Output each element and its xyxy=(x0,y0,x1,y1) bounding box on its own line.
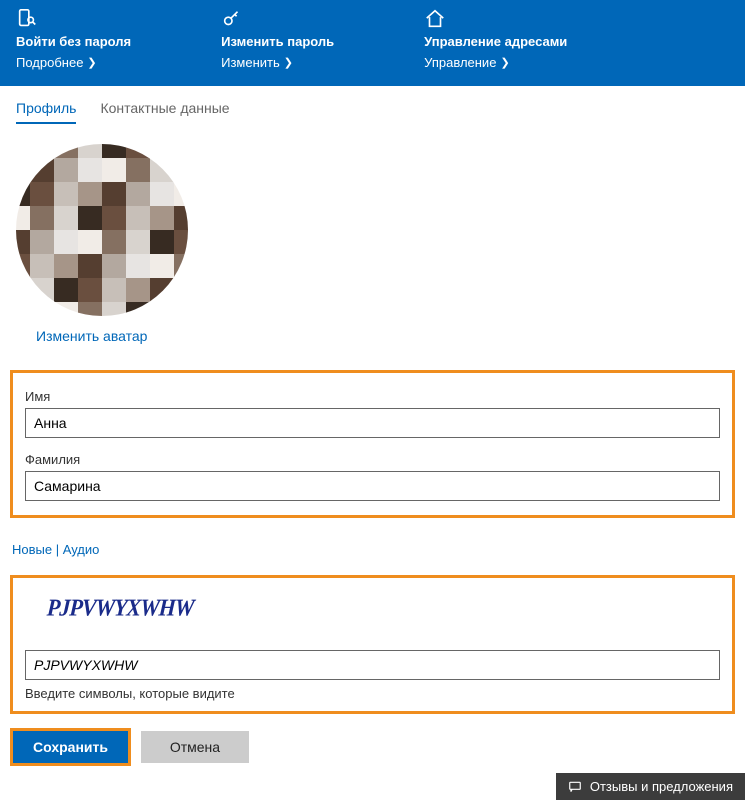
captcha-box-highlight: PJPVWYXWHW Введите символы, которые види… xyxy=(10,575,735,714)
change-avatar-link[interactable]: Изменить аватар xyxy=(16,328,147,344)
card-title: Управление адресами xyxy=(424,34,567,49)
captcha-hint: Введите символы, которые видите xyxy=(25,686,720,701)
chevron-right-icon: ❯ xyxy=(284,56,293,69)
first-name-input[interactable] xyxy=(25,408,720,438)
captcha-audio-link[interactable]: Аудио xyxy=(63,542,100,557)
header-banner: Войти без пароля Подробнее❯ Изменить пар… xyxy=(0,0,745,86)
card-manage-addresses[interactable]: Управление адресами Управление❯ xyxy=(424,8,567,70)
name-box-highlight: Имя Фамилия xyxy=(10,370,735,518)
card-title: Изменить пароль xyxy=(221,34,334,49)
captcha-input[interactable] xyxy=(25,650,720,680)
last-name-input[interactable] xyxy=(25,471,720,501)
card-change-password[interactable]: Изменить пароль Изменить❯ xyxy=(221,8,334,70)
chevron-right-icon: ❯ xyxy=(87,56,96,69)
card-link[interactable]: Изменить❯ xyxy=(221,55,293,70)
captcha-new-link[interactable]: Новые xyxy=(12,542,52,557)
button-row: Сохранить Отмена xyxy=(0,728,745,766)
last-name-label: Фамилия xyxy=(25,452,720,467)
phone-key-icon xyxy=(16,8,131,30)
card-link[interactable]: Подробнее❯ xyxy=(16,55,97,70)
save-button[interactable]: Сохранить xyxy=(13,731,128,763)
key-icon xyxy=(221,8,334,30)
captcha-image: PJPVWYXWHW xyxy=(25,584,215,632)
chevron-right-icon: ❯ xyxy=(500,56,509,69)
card-title: Войти без пароля xyxy=(16,34,131,49)
tab-profile[interactable]: Профиль xyxy=(16,100,76,124)
tab-bar: Профиль Контактные данные xyxy=(0,86,745,124)
avatar xyxy=(16,144,188,316)
captcha-controls: Новые | Аудио xyxy=(0,532,745,561)
avatar-section: Изменить аватар xyxy=(0,124,745,356)
cancel-button[interactable]: Отмена xyxy=(141,731,249,763)
tab-contact[interactable]: Контактные данные xyxy=(100,100,229,124)
home-icon xyxy=(424,8,567,30)
feedback-button[interactable]: Отзывы и предложения xyxy=(556,773,745,800)
card-link[interactable]: Управление❯ xyxy=(424,55,510,70)
first-name-label: Имя xyxy=(25,389,720,404)
card-passwordless[interactable]: Войти без пароля Подробнее❯ xyxy=(16,8,131,70)
chat-icon xyxy=(568,780,582,794)
save-button-highlight: Сохранить xyxy=(10,728,131,766)
